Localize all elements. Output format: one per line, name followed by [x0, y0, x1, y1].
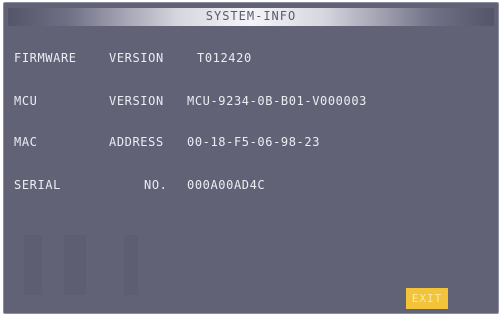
title-bar: SYSTEM-INFO: [8, 8, 494, 26]
serial-number-key: NO.: [144, 178, 168, 192]
firmware-version-key: VERSION: [109, 51, 164, 65]
mcu-version-value: MCU-9234-0B-B01-V000003: [187, 94, 367, 108]
system-info-panel: SYSTEM-INFO FIRMWARE VERSION T012420 MCU…: [3, 2, 499, 314]
background-shade: [124, 235, 138, 295]
serial-number-value: 000A00AD4C: [187, 178, 266, 192]
serial-label: SERIAL: [14, 178, 61, 192]
mcu-label: MCU: [14, 94, 38, 108]
mac-label: MAC: [14, 135, 38, 149]
firmware-version-value: T012420: [197, 51, 252, 65]
firmware-label: FIRMWARE: [14, 51, 77, 65]
background-shade: [64, 235, 86, 295]
mcu-version-key: VERSION: [109, 94, 164, 108]
mac-address-value: 00-18-F5-06-98-23: [187, 135, 321, 149]
mac-address-key: ADDRESS: [109, 135, 164, 149]
exit-button[interactable]: EXIT: [406, 288, 448, 309]
background-shade: [24, 235, 42, 295]
window-title: SYSTEM-INFO: [205, 9, 297, 23]
